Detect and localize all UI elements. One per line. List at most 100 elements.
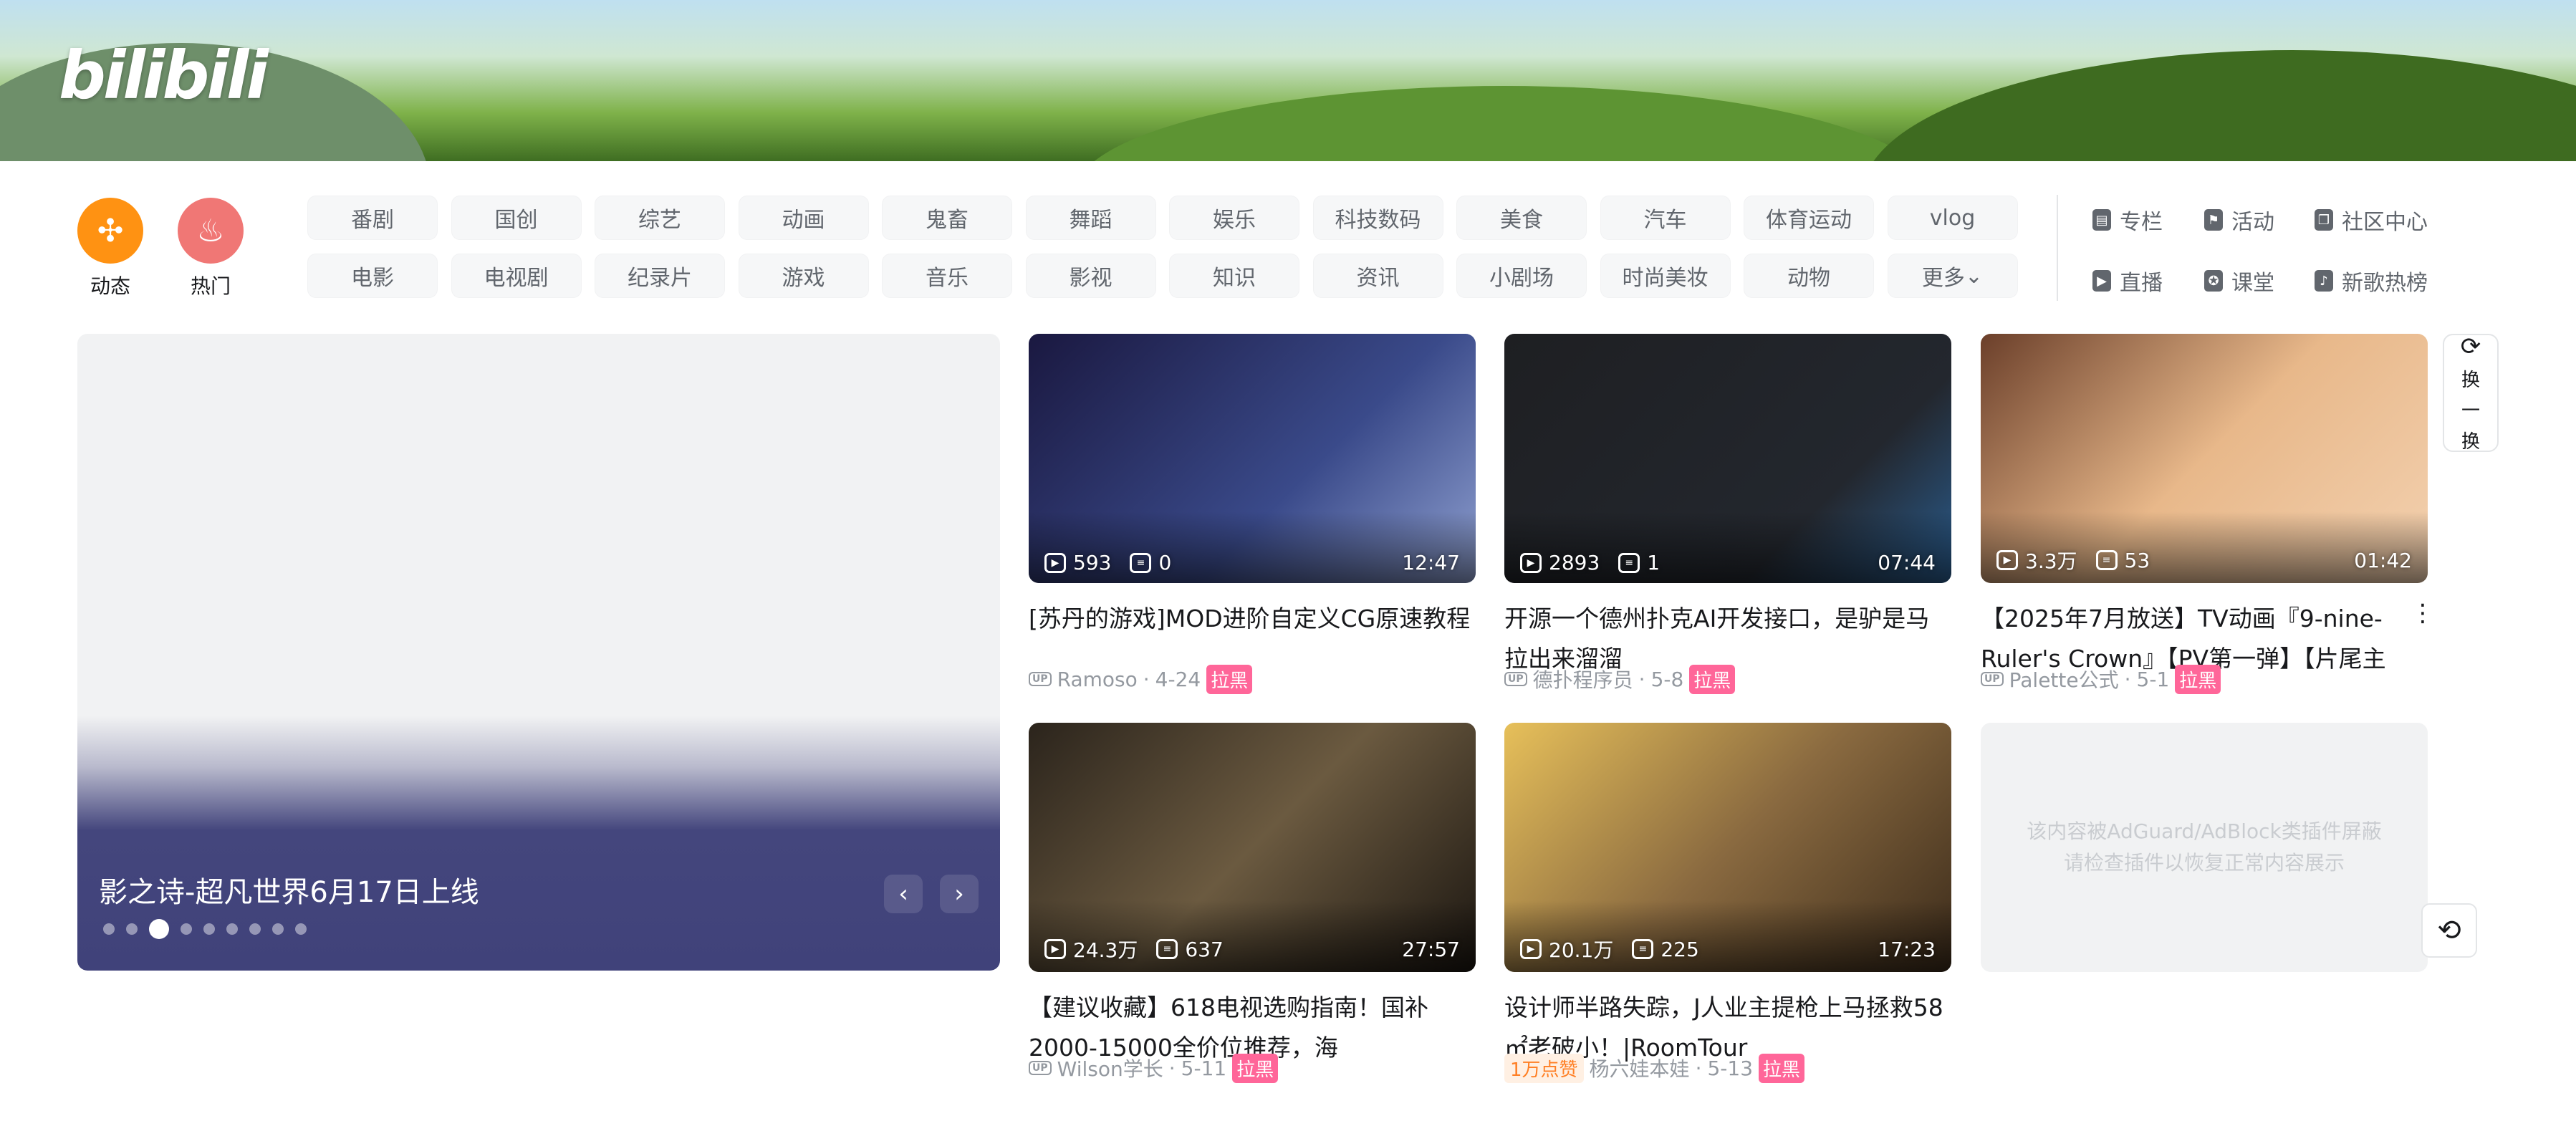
- link-label: 活动: [2231, 210, 2274, 235]
- channel-18[interactable]: 知识: [1169, 254, 1299, 298]
- view-count: 593: [1073, 551, 1112, 574]
- link-label: 专栏: [2120, 210, 2163, 235]
- duration: 27:57: [1402, 937, 1460, 961]
- carousel-dot[interactable]: [203, 923, 215, 935]
- link-3[interactable]: ▶ 直播: [2092, 265, 2163, 297]
- carousel-next-button[interactable]: ›: [940, 875, 979, 913]
- ad-blocked-line2: 请检查插件以恢复正常内容展示: [2063, 851, 2345, 875]
- view-count: 24.3万: [1073, 938, 1138, 962]
- channel-2[interactable]: 综艺: [595, 196, 725, 240]
- channel-10[interactable]: 体育运动: [1744, 196, 1874, 240]
- channel-5[interactable]: 舞蹈: [1025, 196, 1156, 240]
- block-button[interactable]: 拉黑: [1689, 664, 1736, 694]
- channel-15[interactable]: 游戏: [738, 254, 869, 298]
- channel-3[interactable]: 动画: [738, 196, 869, 240]
- carousel-title[interactable]: 影之诗-超凡世界6月17日上线: [99, 869, 479, 910]
- nav-dynamic[interactable]: 动态: [77, 271, 143, 299]
- carousel-dot[interactable]: [149, 919, 169, 939]
- channel-6[interactable]: 娱乐: [1169, 196, 1299, 240]
- duration: 01:42: [2354, 548, 2412, 572]
- danmaku-icon: ≡: [1156, 939, 1178, 959]
- video-thumbnail[interactable]: ▶ 593 ≡ 0 12:47: [1029, 334, 1476, 583]
- link-icon: ✪: [2204, 270, 2223, 292]
- channel-7[interactable]: 科技数码: [1312, 196, 1443, 240]
- video-thumbnail[interactable]: ▶ 20.1万 ≡ 225 17:23: [1504, 723, 1951, 972]
- separator-dot: ·: [1638, 667, 1645, 691]
- carousel-prev-button[interactable]: ‹: [884, 875, 923, 913]
- video-thumbnail[interactable]: ▶ 2893 ≡ 1 07:44: [1504, 334, 1951, 583]
- link-icon: ❐: [2315, 209, 2333, 231]
- rotate-refresh-float-button[interactable]: ⟲: [2421, 903, 2477, 958]
- refresh-button[interactable]: ⟳ 换 一 换: [2443, 332, 2499, 453]
- channel-14[interactable]: 纪录片: [595, 254, 725, 298]
- link-label: 新歌热榜: [2342, 271, 2428, 296]
- more-label: 更多: [1921, 266, 1965, 291]
- separator-dot: ·: [1695, 1056, 1702, 1080]
- channel-22[interactable]: 动物: [1744, 254, 1874, 298]
- duration: 07:44: [1878, 551, 1936, 574]
- video-card[interactable]: ▶ 2893 ≡ 1 07:44 开源一个德州扑克AI开发接口，是驴是马拉出来溜溜 …: [1504, 334, 1951, 694]
- link-label: 课堂: [2231, 271, 2274, 296]
- play-icon: ▶: [1996, 550, 2018, 570]
- channel-0[interactable]: 番剧: [307, 196, 438, 240]
- block-button[interactable]: 拉黑: [1232, 1053, 1279, 1083]
- carousel-dot[interactable]: [181, 923, 192, 935]
- video-date: 5-1: [2136, 667, 2170, 691]
- nav-hot[interactable]: 热门: [178, 271, 244, 299]
- carousel-dot[interactable]: [103, 923, 115, 935]
- link-1[interactable]: ⚑ 活动: [2204, 204, 2274, 236]
- channel-4[interactable]: 鬼畜: [882, 196, 1012, 240]
- video-author[interactable]: Ramoso: [1057, 668, 1138, 691]
- ad-blocked-placeholder: 该内容被AdGuard/AdBlock类插件屏蔽 请检查插件以恢复正常内容展示: [1981, 723, 2428, 972]
- video-author[interactable]: Palette公式: [2009, 665, 2119, 693]
- dynamic-icon[interactable]: ✣: [77, 198, 143, 264]
- block-button[interactable]: 拉黑: [1206, 664, 1253, 694]
- danmaku-icon: ≡: [1632, 939, 1654, 959]
- bilibili-logo[interactable]: bilibili: [59, 37, 269, 114]
- play-icon: ▶: [1044, 939, 1066, 959]
- video-card[interactable]: ▶ 20.1万 ≡ 225 17:23 设计师半路失踪，J人业主提枪上马拯救58㎡老…: [1504, 723, 1951, 1083]
- play-icon: ▶: [1520, 939, 1542, 959]
- channel-8[interactable]: 美食: [1456, 196, 1587, 240]
- video-author[interactable]: 德扑程序员: [1533, 665, 1633, 693]
- link-4[interactable]: ✪ 课堂: [2204, 265, 2274, 297]
- video-card[interactable]: ▶ 593 ≡ 0 12:47 [苏丹的游戏]MOD进阶自定义CG原速教程 UP R…: [1029, 334, 1476, 694]
- carousel-dot[interactable]: [249, 923, 261, 935]
- more-options-icon[interactable]: ⋮: [2411, 599, 2435, 627]
- refresh-label-3: 换: [2461, 431, 2480, 453]
- link-5[interactable]: ♪ 新歌热榜: [2315, 265, 2428, 297]
- refresh-label-2: 一: [2461, 400, 2480, 422]
- video-card[interactable]: ▶ 3.3万 ≡ 53 01:42 【2025年7月放送】TV动画『9-nine- …: [1981, 334, 2435, 694]
- channel-9[interactable]: 汽车: [1600, 196, 1731, 240]
- video-thumbnail[interactable]: ▶ 3.3万 ≡ 53 01:42: [1981, 334, 2428, 583]
- video-date: 5-11: [1181, 1056, 1227, 1080]
- carousel-dot[interactable]: [126, 923, 138, 935]
- link-0[interactable]: ▤ 专栏: [2092, 204, 2163, 236]
- block-button[interactable]: 拉黑: [1759, 1053, 1805, 1083]
- channel-17[interactable]: 影视: [1025, 254, 1156, 298]
- channel-20[interactable]: 小剧场: [1456, 254, 1587, 298]
- channel-16[interactable]: 音乐: [882, 254, 1012, 298]
- video-thumbnail[interactable]: ▶ 24.3万 ≡ 637 27:57: [1029, 723, 1476, 972]
- channel-1[interactable]: 国创: [451, 196, 582, 240]
- play-icon: ▶: [1520, 552, 1542, 573]
- carousel-dot[interactable]: [272, 923, 284, 935]
- fire-icon[interactable]: ♨: [178, 198, 244, 264]
- carousel[interactable]: 影之诗-超凡世界6月17日上线 ‹ ›: [77, 334, 1000, 971]
- channel-21[interactable]: 时尚美妆: [1600, 254, 1731, 298]
- video-author[interactable]: Wilson学长: [1057, 1054, 1163, 1082]
- video-card[interactable]: ▶ 24.3万 ≡ 637 27:57 【建议收藏】618电视选购指南！国补2000…: [1029, 723, 1476, 1083]
- channel-19[interactable]: 资讯: [1312, 254, 1443, 298]
- channel-11[interactable]: vlog: [1887, 196, 2018, 240]
- danmaku-count: 225: [1661, 937, 1699, 961]
- channel-12[interactable]: 电影: [307, 254, 438, 298]
- carousel-dots: [103, 919, 307, 939]
- video-author[interactable]: 杨六娃本娃: [1590, 1054, 1690, 1082]
- carousel-dot[interactable]: [295, 923, 307, 935]
- block-button[interactable]: 拉黑: [2175, 664, 2221, 694]
- nav-divider: [2057, 195, 2058, 301]
- link-2[interactable]: ❐ 社区中心: [2315, 204, 2428, 236]
- carousel-dot[interactable]: [226, 923, 238, 935]
- channel-13[interactable]: 电视剧: [451, 254, 582, 298]
- channel-23[interactable]: 更多 ⌄: [1887, 254, 2018, 298]
